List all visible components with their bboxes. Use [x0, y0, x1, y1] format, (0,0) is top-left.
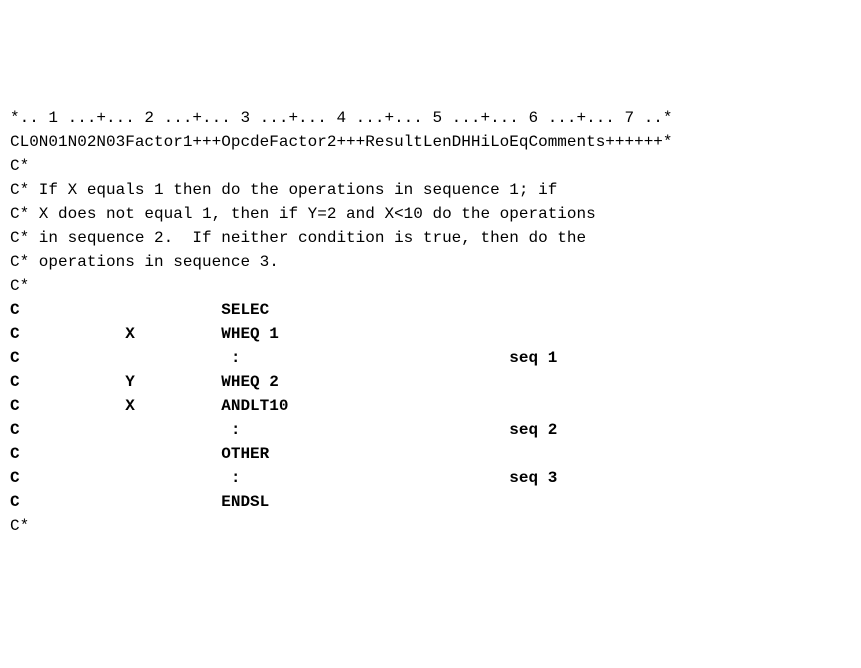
code-line-14: C OTHER: [10, 442, 851, 466]
code-line-4: C* X does not equal 1, then if Y=2 and X…: [10, 202, 851, 226]
code-line-2: C*: [10, 154, 851, 178]
code-line-8: C SELEC: [10, 298, 851, 322]
code-line-17: C*: [10, 514, 851, 538]
code-line-6: C* operations in sequence 3.: [10, 250, 851, 274]
code-line-10: C : seq 1: [10, 346, 851, 370]
code-listing: *.. 1 ...+... 2 ...+... 3 ...+... 4 ...+…: [10, 106, 851, 538]
code-line-3: C* If X equals 1 then do the operations …: [10, 178, 851, 202]
code-line-1: CL0N01N02N03Factor1+++OpcdeFactor2+++Res…: [10, 130, 851, 154]
code-line-9: C X WHEQ 1: [10, 322, 851, 346]
code-line-12: C X ANDLT10: [10, 394, 851, 418]
code-line-15: C : seq 3: [10, 466, 851, 490]
code-line-11: C Y WHEQ 2: [10, 370, 851, 394]
code-line-7: C*: [10, 274, 851, 298]
code-line-13: C : seq 2: [10, 418, 851, 442]
code-line-16: C ENDSL: [10, 490, 851, 514]
code-line-0: *.. 1 ...+... 2 ...+... 3 ...+... 4 ...+…: [10, 106, 851, 130]
code-line-5: C* in sequence 2. If neither condition i…: [10, 226, 851, 250]
